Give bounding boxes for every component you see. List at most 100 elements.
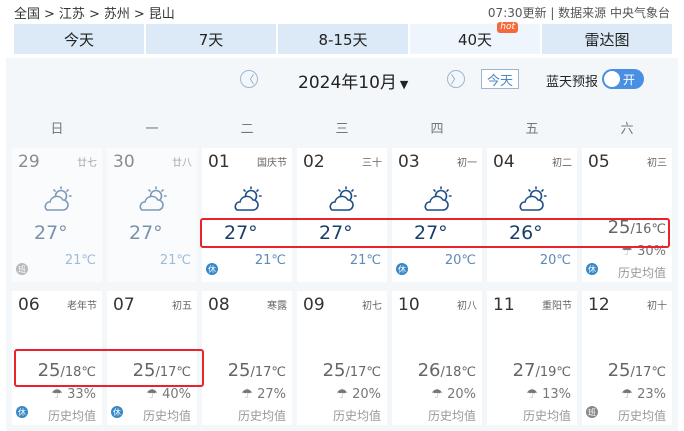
- tab-7days[interactable]: 7天: [146, 24, 276, 54]
- partly-cloudy-icon: [230, 186, 264, 214]
- day-number: 01: [208, 152, 230, 172]
- breadcrumb-sep: >: [44, 7, 55, 22]
- range-low: /17℃: [250, 365, 286, 380]
- tab-radar[interactable]: 雷达图: [542, 24, 672, 54]
- day-number: 02: [303, 152, 325, 172]
- day-number: 09: [303, 295, 325, 315]
- lunar-date: 初五: [172, 301, 192, 312]
- breadcrumb-sep: >: [88, 7, 100, 22]
- partly-cloudy-icon: [135, 186, 169, 214]
- holiday-badge: 班: [16, 263, 28, 275]
- lunar-date: 寒露: [267, 301, 287, 312]
- low-temp: 20℃: [444, 253, 476, 268]
- month-selector[interactable]: 2024年10月 ▼: [298, 68, 408, 93]
- day-number: 12: [588, 295, 610, 315]
- rain-value: 13%: [542, 387, 571, 402]
- day-cell[interactable]: 29 廿七 27° 21℃ 班: [12, 148, 102, 282]
- day-cell[interactable]: 30 廿八 27° 21℃: [107, 148, 197, 282]
- lunar-date: 初三: [647, 158, 667, 169]
- temp-range: 25/17℃: [228, 360, 286, 381]
- rain-value: 20%: [447, 387, 476, 402]
- rain-value: 23%: [637, 387, 666, 402]
- breadcrumb-city[interactable]: 苏州: [104, 7, 130, 22]
- partly-cloudy-icon: [515, 186, 549, 214]
- day-number: 07: [113, 295, 135, 315]
- weekday-label: 五: [525, 122, 539, 137]
- toggle-label: 开: [623, 73, 636, 87]
- lunar-date: 初一: [457, 158, 477, 169]
- bluesky-label: 蓝天预报: [546, 75, 599, 90]
- lunar-date: 重阳节: [542, 301, 572, 312]
- day-cell[interactable]: 01 国庆节 27° 21℃ 休: [202, 148, 292, 282]
- weekday-label: 二: [240, 122, 254, 137]
- today-button[interactable]: 今天: [481, 69, 519, 89]
- partly-cloudy-icon: [325, 186, 359, 214]
- tab-40days[interactable]: 40天 hot: [410, 22, 540, 54]
- history-average: 历史均值: [332, 409, 381, 423]
- day-cell[interactable]: 09 初七 25/17℃ ☂ 20% 历史均值: [297, 291, 387, 425]
- prev-month-icon[interactable]: 〈: [240, 70, 258, 88]
- rain-value: 40%: [162, 387, 191, 402]
- partly-cloudy-icon: [40, 186, 74, 214]
- low-temp: 21℃: [64, 253, 96, 268]
- weekday-label: 日: [50, 122, 64, 137]
- day-cell[interactable]: 12 初十 25/17℃ ☂ 23% 历史均值 班: [582, 291, 672, 425]
- day-cell[interactable]: 11 重阳节 27/19℃ ☂ 13% 历史均值: [487, 291, 577, 425]
- top-bar: 全国 > 江苏 > 苏州 > 昆山 07:30更新 | 数据来源 中央气象台: [0, 0, 684, 22]
- day-cell[interactable]: 03 初一 27° 20℃ 休: [392, 148, 482, 282]
- holiday-badge: 休: [206, 263, 218, 275]
- day-cell[interactable]: 04 初二 26° 20℃: [487, 148, 577, 282]
- day-number: 29: [18, 152, 40, 172]
- rain-value: 20%: [352, 387, 381, 402]
- history-average: 历史均值: [522, 409, 571, 423]
- highlight-box-week2: [14, 349, 204, 387]
- temp-range: 25/17℃: [608, 360, 666, 381]
- day-number: 06: [18, 295, 40, 315]
- day-number: 04: [493, 152, 515, 172]
- low-temp: 21℃: [254, 253, 286, 268]
- range-high: 25: [607, 360, 631, 381]
- tab-today[interactable]: 今天: [14, 24, 144, 54]
- breadcrumb-province[interactable]: 江苏: [59, 7, 85, 22]
- day-cell[interactable]: 10 初八 26/18℃ ☂ 20% 历史均值: [392, 291, 482, 425]
- next-month-icon[interactable]: 〉: [447, 70, 465, 88]
- range-low: /19℃: [535, 365, 571, 380]
- umbrella-icon: ☂: [51, 387, 68, 402]
- lunar-date: 廿七: [77, 158, 97, 169]
- day-number: 03: [398, 152, 420, 172]
- update-info: 07:30更新 | 数据来源 中央气象台: [487, 6, 670, 20]
- lunar-date: 初八: [457, 301, 477, 312]
- breadcrumb-county: 昆山: [148, 7, 175, 22]
- history-average: 历史均值: [47, 409, 96, 423]
- tab-40days-label: 40天: [457, 30, 493, 49]
- history-average: 历史均值: [237, 409, 286, 423]
- day-cell[interactable]: 05 初三 25/16℃ ☂ 30% 历史均值休: [582, 148, 672, 282]
- lunar-date: 初七: [362, 301, 382, 312]
- rain-chance: ☂ 23%: [621, 387, 666, 402]
- rain-value: 27%: [257, 387, 286, 402]
- lunar-date: 国庆节: [257, 158, 287, 169]
- weekday-label: 三: [335, 122, 349, 137]
- tab-8-15days[interactable]: 8-15天: [278, 24, 408, 54]
- day-cell[interactable]: 08 寒露 25/17℃ ☂ 27% 历史均值: [202, 291, 292, 425]
- high-temp: 27°: [129, 222, 163, 244]
- lunar-date: 初二: [552, 158, 572, 169]
- breadcrumb-country[interactable]: 全国: [14, 7, 40, 22]
- rain-chance: ☂ 40%: [146, 387, 191, 402]
- day-cell[interactable]: 02 三十 27° 21℃: [297, 148, 387, 282]
- umbrella-icon: ☂: [431, 387, 448, 402]
- breadcrumb-sep: >: [133, 7, 145, 22]
- holiday-badge: 休: [586, 263, 598, 275]
- holiday-badge: 班: [586, 406, 598, 418]
- bluesky-toggle[interactable]: 开: [602, 69, 644, 89]
- day-number: 08: [208, 295, 230, 315]
- lunar-date: 老年节: [67, 301, 97, 312]
- holiday-badge: 休: [16, 406, 28, 418]
- temp-range: 25/17℃: [323, 360, 381, 381]
- temp-range: 27/19℃: [513, 360, 571, 381]
- calendar-panel: 〈 2024年10月 ▼ 〉 今天 蓝天预报 开 日 一 二 三 四 五 六 29…: [6, 58, 678, 431]
- weekday-label: 四: [430, 122, 444, 137]
- history-average: 历史均值: [427, 409, 476, 423]
- day-number: 05: [588, 152, 610, 172]
- rain-chance: ☂ 13%: [526, 387, 571, 402]
